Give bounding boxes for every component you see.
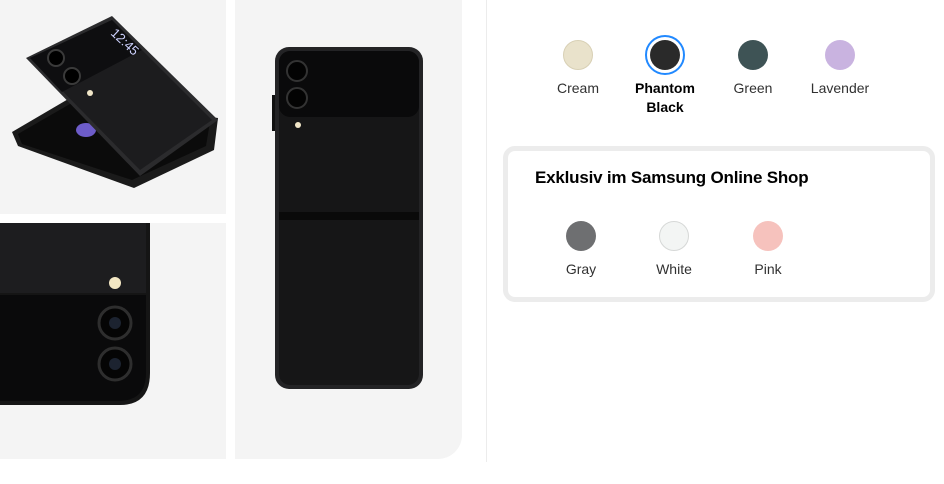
color-option-phantom-black[interactable]: Phantom Black (615, 35, 715, 117)
swatch-dot (650, 40, 680, 70)
swatch-ring (558, 35, 598, 75)
color-label-line1: Phantom (635, 80, 695, 96)
color-option-cream[interactable]: Cream (528, 35, 628, 98)
color-label: Gray (565, 261, 597, 277)
camera-closeup-image (0, 223, 150, 405)
color-label: White (656, 261, 692, 277)
swatch-ring (748, 216, 788, 256)
exclusive-title: Exklusiv im Samsung Online Shop (535, 168, 809, 187)
color-label: Green (733, 80, 773, 96)
swatch-dot (825, 40, 855, 70)
swatch-dot (753, 221, 783, 251)
product-gallery: 12:45 (0, 0, 462, 459)
color-option-pink[interactable]: Pink (718, 216, 818, 279)
swatch-dot (738, 40, 768, 70)
swatch-dot (566, 221, 596, 251)
phone-folded-image: 12:45 (12, 16, 218, 188)
color-option-white[interactable]: White (624, 216, 724, 279)
color-option-green[interactable]: Green (703, 35, 803, 98)
gallery-image-phone-back[interactable] (235, 0, 462, 459)
color-option-lavender[interactable]: Lavender (790, 35, 890, 98)
column-divider (486, 0, 487, 462)
swatch-ring (733, 35, 773, 75)
color-label: Lavender (810, 80, 870, 96)
color-option-gray[interactable]: Gray (531, 216, 631, 279)
color-label: Pink (754, 261, 782, 277)
product-page: 12:45 Cream Phantom Black Green Lavender… (0, 0, 944, 484)
color-label: Cream (556, 80, 599, 96)
swatch-dot (563, 40, 593, 70)
phone-back-image (272, 47, 423, 389)
gallery-image-camera-closeup[interactable] (0, 223, 226, 459)
color-label-line2: Black (646, 99, 684, 115)
selected-swatch-ring (645, 35, 685, 75)
swatch-ring (654, 216, 694, 256)
swatch-ring (561, 216, 601, 256)
swatch-dot (659, 221, 689, 251)
gallery-image-folded[interactable]: 12:45 (0, 0, 226, 214)
swatch-ring (820, 35, 860, 75)
